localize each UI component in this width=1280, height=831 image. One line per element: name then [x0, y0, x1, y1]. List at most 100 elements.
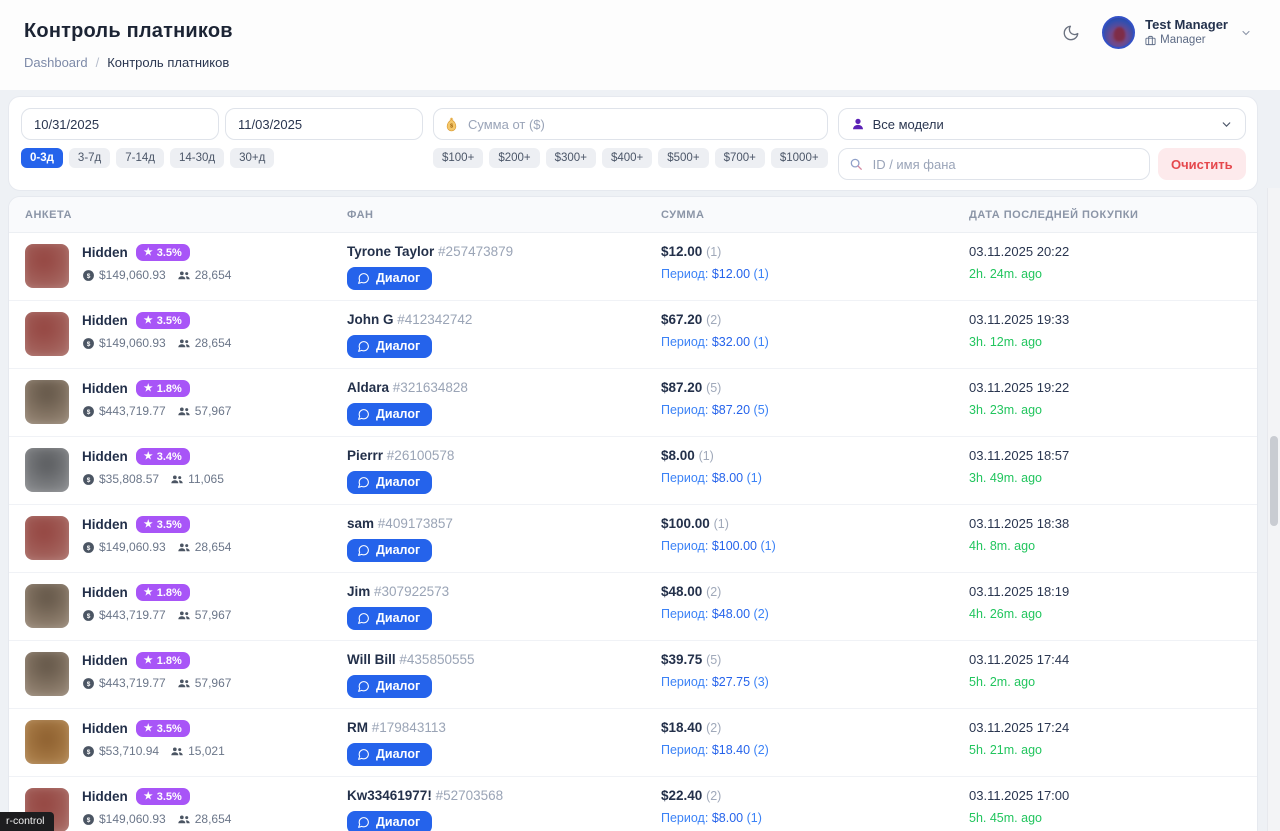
svg-text:$: $ [87, 409, 91, 416]
filters-panel: 0-3д3-7д7-14д14-30д30+д $ $100+$200+$300… [8, 96, 1258, 191]
scrollbar-thumb[interactable] [1270, 436, 1278, 526]
table-row: Hidden ★3.5% $ $149,060.93 28,654 [9, 233, 1257, 301]
sum-chip-$1000+[interactable]: $1000+ [771, 148, 828, 168]
purchase-sum: $48.00 [661, 584, 702, 599]
dialog-button[interactable]: Диалог [347, 743, 432, 766]
day-chip-7-14д[interactable]: 7-14д [116, 148, 164, 168]
period-sum: Период: $12.00 (1) [661, 267, 959, 281]
table-row: Hidden ★3.4% $ $35,808.57 11,065 [9, 437, 1257, 505]
last-purchase-date: 03.11.2025 17:00 [969, 788, 1257, 803]
table-row: Hidden ★1.8% $ $443,719.77 57,967 [9, 573, 1257, 641]
profile-name: Hidden [82, 585, 128, 600]
last-purchase-date: 03.11.2025 20:22 [969, 244, 1257, 259]
coin-icon: $ [82, 609, 95, 622]
model-select-value: Все модели [873, 117, 1212, 132]
profile-earnings: $149,060.93 [99, 268, 166, 282]
commission-badge: ★3.5% [136, 244, 190, 261]
sum-chips: $100+ $200+ $300+ $400+ $500+ $700+ $1000+ [433, 148, 828, 168]
coin-icon: $ [82, 473, 95, 486]
users-icon [177, 405, 191, 418]
users-icon [177, 269, 191, 282]
purchase-sum: $100.00 [661, 516, 710, 531]
svg-text:$: $ [87, 273, 91, 280]
dialog-button[interactable]: Диалог [347, 811, 432, 831]
dialog-button[interactable]: Диалог [347, 471, 432, 494]
coin-icon: $ [82, 813, 95, 826]
dialog-button[interactable]: Диалог [347, 267, 432, 290]
star-icon: ★ [144, 315, 153, 326]
sum-chip-$400+[interactable]: $400+ [602, 148, 652, 168]
fan-id: #307922573 [374, 584, 449, 599]
profile-fans-count: 28,654 [195, 268, 232, 282]
day-chip-14-30д[interactable]: 14-30д [170, 148, 224, 168]
chat-bubble-icon [357, 340, 370, 353]
date-from-input[interactable] [21, 108, 219, 140]
period-sum: Период: $48.00 (2) [661, 607, 959, 621]
dialog-button[interactable]: Диалог [347, 539, 432, 562]
last-purchase-date: 03.11.2025 18:57 [969, 448, 1257, 463]
dialog-button[interactable]: Диалог [347, 335, 432, 358]
day-chip-0-3д[interactable]: 0-3д [21, 148, 63, 168]
day-chip-3-7д[interactable]: 3-7д [69, 148, 110, 168]
period-sum: Период: $8.00 (1) [661, 811, 959, 825]
sum-chip-$700+[interactable]: $700+ [715, 148, 765, 168]
star-icon: ★ [144, 247, 153, 258]
time-ago: 5h. 21m. ago [969, 743, 1257, 757]
purchase-count: (1) [714, 517, 729, 531]
dialog-button[interactable]: Диалог [347, 403, 432, 426]
moon-icon [1062, 24, 1080, 42]
chat-bubble-icon [357, 408, 370, 421]
day-chip-30+д[interactable]: 30+д [230, 148, 274, 168]
breadcrumb-home-link[interactable]: Dashboard [24, 55, 88, 70]
time-ago: 3h. 49m. ago [969, 471, 1257, 485]
column-header-fan: ФАН [341, 209, 651, 221]
profile-avatar-blurred [25, 516, 69, 560]
breadcrumb-current: Контроль платников [107, 55, 229, 70]
date-to-input[interactable] [225, 108, 423, 140]
sum-chip-$200+[interactable]: $200+ [489, 148, 539, 168]
commission-badge: ★3.5% [136, 788, 190, 805]
last-purchase-date: 03.11.2025 17:24 [969, 720, 1257, 735]
purchase-sum: $39.75 [661, 652, 702, 667]
last-purchase-date: 03.11.2025 18:38 [969, 516, 1257, 531]
fan-id: #179843113 [372, 720, 446, 735]
purchase-sum: $22.40 [661, 788, 702, 803]
users-icon [177, 813, 191, 826]
commission-badge: ★1.8% [136, 380, 190, 397]
fan-id: #321634828 [393, 380, 468, 395]
time-ago: 3h. 23m. ago [969, 403, 1257, 417]
vertical-scrollbar[interactable] [1267, 188, 1280, 831]
profile-avatar-blurred [25, 448, 69, 492]
dialog-button[interactable]: Диалог [347, 607, 432, 630]
day-range-chips: 0-3д 3-7д 7-14д 14-30д 30+д [21, 148, 423, 168]
profile-avatar-blurred [25, 720, 69, 764]
purchase-count: (2) [706, 789, 721, 803]
sum-from-input[interactable] [433, 108, 828, 140]
profile-fans-count: 15,021 [188, 744, 225, 758]
sum-chip-$100+[interactable]: $100+ [433, 148, 483, 168]
chevron-down-icon [1240, 27, 1252, 39]
purchase-count: (1) [706, 245, 721, 259]
coin-icon: $ [82, 269, 95, 282]
purchase-sum: $8.00 [661, 448, 695, 463]
purchase-sum: $18.40 [661, 720, 702, 735]
table-row: Hidden ★3.5% $ $149,060.93 28,654 [9, 505, 1257, 573]
fan-search-input[interactable] [838, 148, 1150, 180]
column-header-last-purchase: ДАТА ПОСЛЕДНЕЙ ПОКУПКИ [959, 209, 1257, 221]
dark-mode-toggle[interactable] [1058, 20, 1084, 46]
user-menu[interactable]: Test Manager Manager [1102, 16, 1252, 49]
clear-filters-button[interactable]: Очистить [1158, 148, 1246, 180]
star-icon: ★ [144, 451, 153, 462]
sum-chip-$500+[interactable]: $500+ [658, 148, 708, 168]
model-select[interactable]: Все модели [838, 108, 1246, 140]
svg-text:$: $ [87, 477, 91, 484]
profile-earnings: $149,060.93 [99, 540, 166, 554]
table-row: Hidden ★1.8% $ $443,719.77 57,967 [9, 369, 1257, 437]
users-icon [177, 609, 191, 622]
dialog-button[interactable]: Диалог [347, 675, 432, 698]
sum-chip-$300+[interactable]: $300+ [546, 148, 596, 168]
profile-fans-count: 28,654 [195, 540, 232, 554]
period-sum: Период: $32.00 (1) [661, 335, 959, 349]
user-name: Test Manager [1145, 17, 1228, 33]
profile-name: Hidden [82, 517, 128, 532]
